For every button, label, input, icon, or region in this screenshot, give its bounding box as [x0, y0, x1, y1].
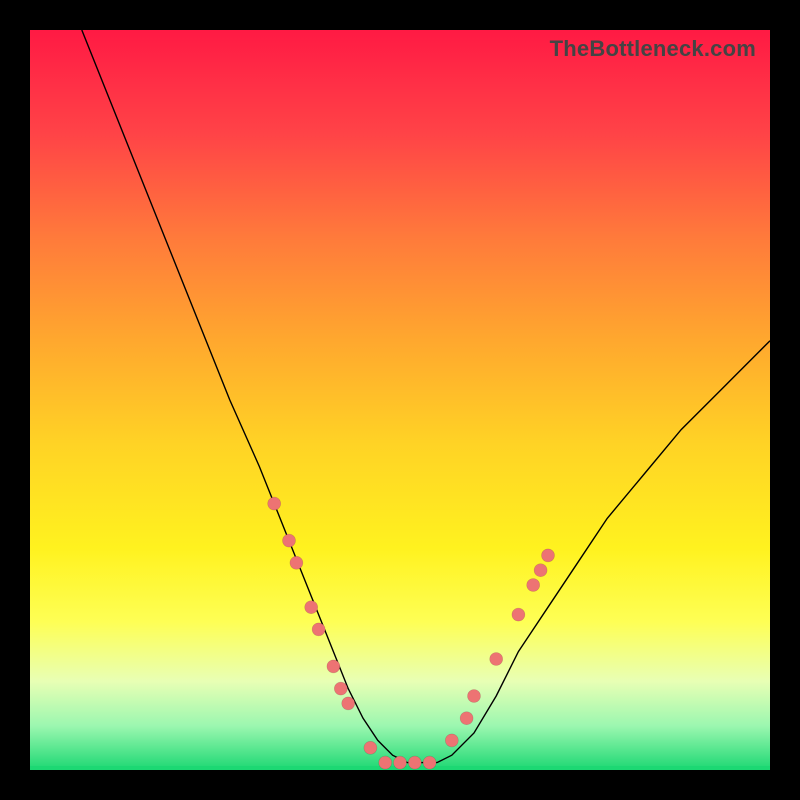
marker-cluster-left — [342, 697, 355, 710]
marker-cluster-right — [490, 653, 503, 666]
marker-cluster-left — [312, 623, 325, 636]
marker-floor — [423, 756, 436, 769]
marker-floor — [364, 741, 377, 754]
marker-cluster-left — [327, 660, 340, 673]
marker-cluster-left — [305, 601, 318, 614]
plot-area: TheBottleneck.com — [30, 30, 770, 770]
marker-cluster-left — [283, 534, 296, 547]
marker-cluster-right — [460, 712, 473, 725]
marker-cluster-right — [527, 579, 540, 592]
marker-floor — [394, 756, 407, 769]
marker-cluster-left — [290, 556, 303, 569]
marker-cluster-left — [334, 682, 347, 695]
marker-cluster-right — [512, 608, 525, 621]
bottleneck-curve — [82, 30, 770, 763]
marker-dots — [268, 497, 555, 769]
marker-cluster-left — [268, 497, 281, 510]
watermark-text: TheBottleneck.com — [550, 36, 756, 62]
marker-floor — [379, 756, 392, 769]
curve-layer — [30, 30, 770, 770]
marker-cluster-right — [445, 734, 458, 747]
marker-cluster-right — [542, 549, 555, 562]
marker-cluster-right — [468, 690, 481, 703]
marker-floor — [408, 756, 421, 769]
marker-cluster-right — [534, 564, 547, 577]
chart-stage: TheBottleneck.com — [0, 0, 800, 800]
